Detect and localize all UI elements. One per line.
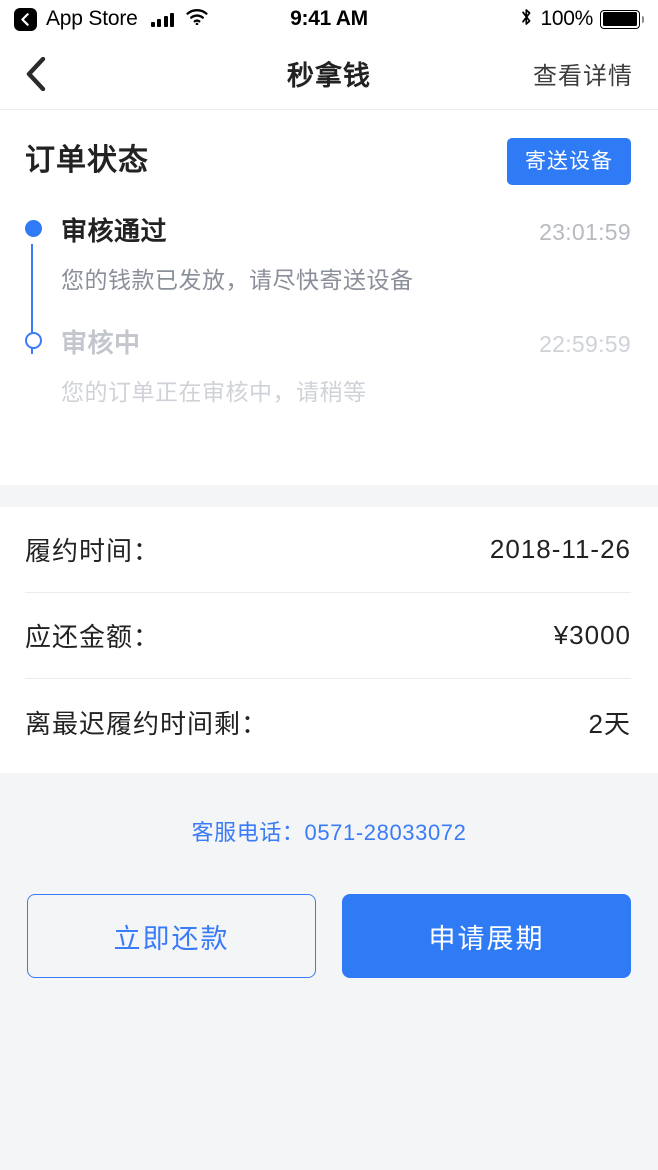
detail-row: 履约时间： 2018-11-26 <box>25 507 631 593</box>
bluetooth-icon <box>520 7 533 32</box>
send-device-button[interactable]: 寄送设备 <box>507 138 631 185</box>
detail-value: 2018-11-26 <box>489 534 631 564</box>
nav-back-button[interactable] <box>25 51 65 97</box>
order-timeline: 审核通过 23:01:59 您的钱款已发放，请尽快寄送设备 审核中 22:59:… <box>0 185 658 415</box>
timeline-item-header: 审核中 22:59:59 <box>61 323 631 360</box>
detail-row: 离最迟履约时间剩： 2天 <box>25 679 631 765</box>
timeline-item-body: 审核中 22:59:59 您的订单正在审核中，请稍等 <box>61 323 631 407</box>
hollow-dot-icon <box>25 332 42 349</box>
status-bar-right: 100% <box>520 7 644 32</box>
timeline-item: 审核中 22:59:59 您的订单正在审核中，请稍等 <box>25 323 631 407</box>
footer-area: 客服电话：0571-28033072 立即还款 申请展期 <box>0 773 658 1170</box>
battery-icon <box>600 9 644 29</box>
timeline-item-label: 审核通过 <box>61 216 168 246</box>
timeline-item: 审核通过 23:01:59 您的钱款已发放，请尽快寄送设备 <box>25 211 631 295</box>
nav-bar: 秒拿钱 查看详情 <box>0 38 658 110</box>
detail-value: 2天 <box>588 708 631 739</box>
detail-label: 离最迟履约时间剩： <box>25 708 269 739</box>
detail-value: ¥3000 <box>553 620 631 650</box>
back-chevron-badge-icon[interactable] <box>14 7 37 31</box>
footer-actions: 立即还款 申请展期 <box>27 894 631 978</box>
detail-label: 履约时间： <box>25 536 161 566</box>
view-details-button[interactable]: 查看详情 <box>533 56 633 91</box>
customer-service-phone[interactable]: 客服电话：0571-28033072 <box>27 815 631 847</box>
timeline-item-time: 22:59:59 <box>539 331 631 357</box>
loan-detail-card: 履约时间： 2018-11-26 应还金额： ¥3000 离最迟履约时间剩： 2… <box>0 507 658 765</box>
status-bar-left: App Store <box>14 7 208 31</box>
timeline-item-label: 审核中 <box>61 328 141 358</box>
detail-label: 应还金额： <box>25 622 161 652</box>
detail-row: 应还金额： ¥3000 <box>25 593 631 679</box>
timeline-item-body: 审核通过 23:01:59 您的钱款已发放，请尽快寄送设备 <box>61 211 631 295</box>
cellular-signal-icon <box>150 12 175 27</box>
order-status-heading: 订单状态 <box>25 144 149 177</box>
timeline-item-desc: 您的订单正在审核中，请稍等 <box>61 379 367 405</box>
order-status-header: 订单状态 寄送设备 <box>0 110 658 185</box>
apply-extension-button[interactable]: 申请展期 <box>342 894 631 978</box>
phone-screen: App Store 9:41 AM 100% 秒拿钱 查看详情 订单状态 寄送设… <box>0 0 658 1170</box>
timeline-item-desc: 您的钱款已发放，请尽快寄送设备 <box>61 267 414 293</box>
status-bar: App Store 9:41 AM 100% <box>0 0 658 38</box>
wifi-icon <box>186 8 208 30</box>
repay-now-button[interactable]: 立即还款 <box>27 894 316 978</box>
filled-dot-icon <box>25 220 42 237</box>
timeline-item-time: 23:01:59 <box>539 219 631 245</box>
battery-percent-label: 100% <box>540 7 593 30</box>
timeline-item-header: 审核通过 23:01:59 <box>61 211 631 248</box>
order-status-card: 订单状态 寄送设备 审核通过 23:01:59 您的钱款已发放，请尽快寄送设备 <box>0 110 658 507</box>
status-bar-app-name[interactable]: App Store <box>46 7 138 31</box>
section-divider-band <box>0 485 658 507</box>
